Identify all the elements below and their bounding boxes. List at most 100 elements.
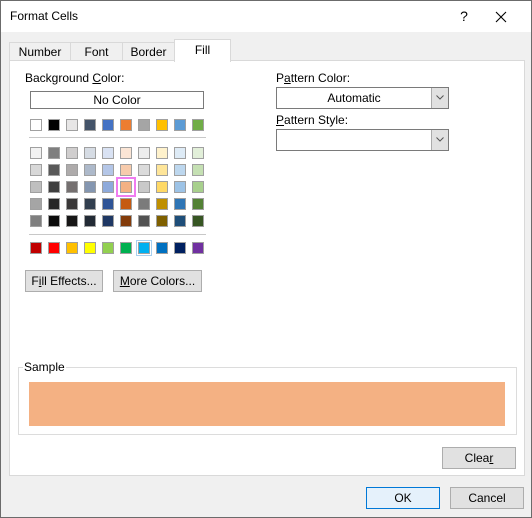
- color-swatch[interactable]: [66, 242, 78, 254]
- color-swatch[interactable]: [192, 198, 204, 210]
- color-swatch[interactable]: [102, 215, 114, 227]
- tab-number[interactable]: Number: [9, 42, 71, 61]
- color-swatch[interactable]: [120, 164, 132, 176]
- color-swatch[interactable]: [84, 198, 96, 210]
- color-swatch[interactable]: [102, 198, 114, 210]
- fill-effects-button[interactable]: Fill Effects...: [25, 270, 103, 292]
- more-colors-button[interactable]: More Colors...: [113, 270, 202, 292]
- color-swatch[interactable]: [30, 181, 42, 193]
- format-cells-dialog: Format Cells ? Number Font Border Fill B…: [0, 0, 532, 518]
- close-icon: [495, 11, 507, 23]
- color-swatch[interactable]: [30, 164, 42, 176]
- color-swatch[interactable]: [84, 164, 96, 176]
- color-swatch[interactable]: [84, 242, 96, 254]
- color-swatch[interactable]: [136, 240, 152, 256]
- color-swatch[interactable]: [192, 164, 204, 176]
- color-swatch[interactable]: [174, 242, 186, 254]
- color-swatch[interactable]: [66, 181, 78, 193]
- tab-fill[interactable]: Fill: [174, 39, 231, 62]
- color-swatch[interactable]: [84, 181, 96, 193]
- color-swatch[interactable]: [174, 198, 186, 210]
- color-swatch[interactable]: [156, 164, 168, 176]
- color-swatch[interactable]: [48, 181, 60, 193]
- color-swatch[interactable]: [192, 242, 204, 254]
- color-swatch[interactable]: [30, 147, 42, 159]
- pattern-color-dropdown[interactable]: Automatic: [276, 87, 449, 109]
- cancel-button[interactable]: Cancel: [450, 487, 524, 509]
- color-swatch[interactable]: [30, 198, 42, 210]
- color-swatch[interactable]: [156, 119, 168, 131]
- help-button[interactable]: ?: [446, 1, 482, 32]
- palette-divider: [29, 137, 206, 138]
- color-swatch[interactable]: [156, 198, 168, 210]
- pattern-style-dropdown-arrow[interactable]: [431, 130, 448, 150]
- color-swatch[interactable]: [174, 119, 186, 131]
- color-swatch[interactable]: [84, 119, 96, 131]
- ok-button[interactable]: OK: [366, 487, 440, 509]
- color-swatch[interactable]: [138, 119, 150, 131]
- color-swatch[interactable]: [120, 147, 132, 159]
- color-swatch[interactable]: [102, 147, 114, 159]
- color-swatch[interactable]: [102, 181, 114, 193]
- color-swatch[interactable]: [120, 119, 132, 131]
- color-swatch[interactable]: [66, 147, 78, 159]
- color-swatch[interactable]: [156, 215, 168, 227]
- color-swatch[interactable]: [30, 242, 42, 254]
- color-swatch[interactable]: [174, 164, 186, 176]
- color-swatch[interactable]: [66, 215, 78, 227]
- pattern-color-value: Automatic: [327, 91, 381, 105]
- color-swatch[interactable]: [48, 164, 60, 176]
- chevron-down-icon: [436, 95, 444, 100]
- color-swatch[interactable]: [138, 181, 150, 193]
- color-swatch[interactable]: [120, 242, 132, 254]
- clear-button[interactable]: Clear: [442, 447, 516, 469]
- pattern-color-dropdown-arrow[interactable]: [431, 88, 448, 108]
- color-swatch[interactable]: [48, 119, 60, 131]
- fill-tab-panel: Background Color: No Color Fill Effects.…: [9, 60, 525, 476]
- color-swatch[interactable]: [116, 177, 136, 197]
- color-swatch[interactable]: [66, 198, 78, 210]
- color-swatch[interactable]: [192, 181, 204, 193]
- color-swatch[interactable]: [66, 119, 78, 131]
- tab-font[interactable]: Font: [70, 42, 123, 61]
- color-swatch[interactable]: [138, 164, 150, 176]
- color-swatch[interactable]: [156, 242, 168, 254]
- color-swatch[interactable]: [66, 164, 78, 176]
- color-swatch[interactable]: [84, 147, 96, 159]
- pattern-style-dropdown[interactable]: [276, 129, 449, 151]
- color-swatch[interactable]: [174, 147, 186, 159]
- color-swatch[interactable]: [156, 147, 168, 159]
- pattern-style-label: Pattern Style:: [276, 113, 349, 127]
- color-swatch[interactable]: [120, 215, 132, 227]
- color-swatch[interactable]: [156, 181, 168, 193]
- color-swatch[interactable]: [48, 242, 60, 254]
- no-color-button[interactable]: No Color: [30, 91, 204, 109]
- color-swatch[interactable]: [102, 242, 114, 254]
- color-swatch[interactable]: [138, 198, 150, 210]
- sample-preview: [29, 382, 505, 426]
- tab-border[interactable]: Border: [122, 42, 175, 61]
- color-swatch[interactable]: [174, 215, 186, 227]
- background-color-label: Background Color:: [25, 71, 125, 85]
- pattern-color-label: Pattern Color:: [276, 71, 351, 85]
- color-swatch[interactable]: [174, 181, 186, 193]
- close-button[interactable]: [483, 1, 519, 32]
- color-swatch[interactable]: [138, 147, 150, 159]
- color-swatch[interactable]: [192, 215, 204, 227]
- chevron-down-icon: [436, 137, 444, 142]
- color-swatch[interactable]: [48, 215, 60, 227]
- dialog-title: Format Cells: [10, 9, 79, 23]
- color-swatch[interactable]: [102, 119, 114, 131]
- color-swatch[interactable]: [84, 215, 96, 227]
- color-swatch[interactable]: [192, 147, 204, 159]
- color-swatch[interactable]: [102, 164, 114, 176]
- color-swatch[interactable]: [48, 198, 60, 210]
- sample-group: Sample: [18, 360, 517, 435]
- color-swatch[interactable]: [192, 119, 204, 131]
- sample-label: Sample: [23, 360, 66, 374]
- color-swatch[interactable]: [30, 215, 42, 227]
- color-swatch[interactable]: [120, 198, 132, 210]
- color-swatch[interactable]: [138, 215, 150, 227]
- color-swatch[interactable]: [48, 147, 60, 159]
- color-swatch[interactable]: [30, 119, 42, 131]
